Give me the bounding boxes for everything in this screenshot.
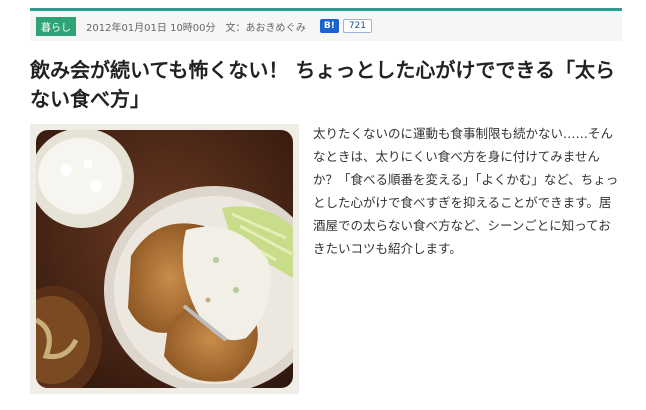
- photo-frame: [36, 130, 293, 388]
- category-tag[interactable]: 暮らし: [36, 16, 76, 36]
- article-photo[interactable]: [30, 124, 299, 394]
- hatena-bookmark-icon[interactable]: B!: [319, 19, 339, 33]
- food-photo-illustration: [36, 130, 293, 388]
- bookmark-count[interactable]: 721: [342, 19, 372, 33]
- publish-date: 2012年01月01日 10時00分: [86, 22, 216, 34]
- article-title[interactable]: 飲み会が続いても怖くない！ ちょっとした心がけでできる「太らない食べ方」: [30, 56, 622, 114]
- article-excerpt: 太りたくないのに運動も食事制限も続かない……そんなときは、太りにくい食べ方を身に…: [313, 126, 619, 256]
- author-credit: 文：あおきめぐみ: [225, 22, 306, 34]
- article-meta-bar: 暮らし 2012年01月01日 10時00分 文：あおきめぐみ B! 721: [30, 11, 622, 41]
